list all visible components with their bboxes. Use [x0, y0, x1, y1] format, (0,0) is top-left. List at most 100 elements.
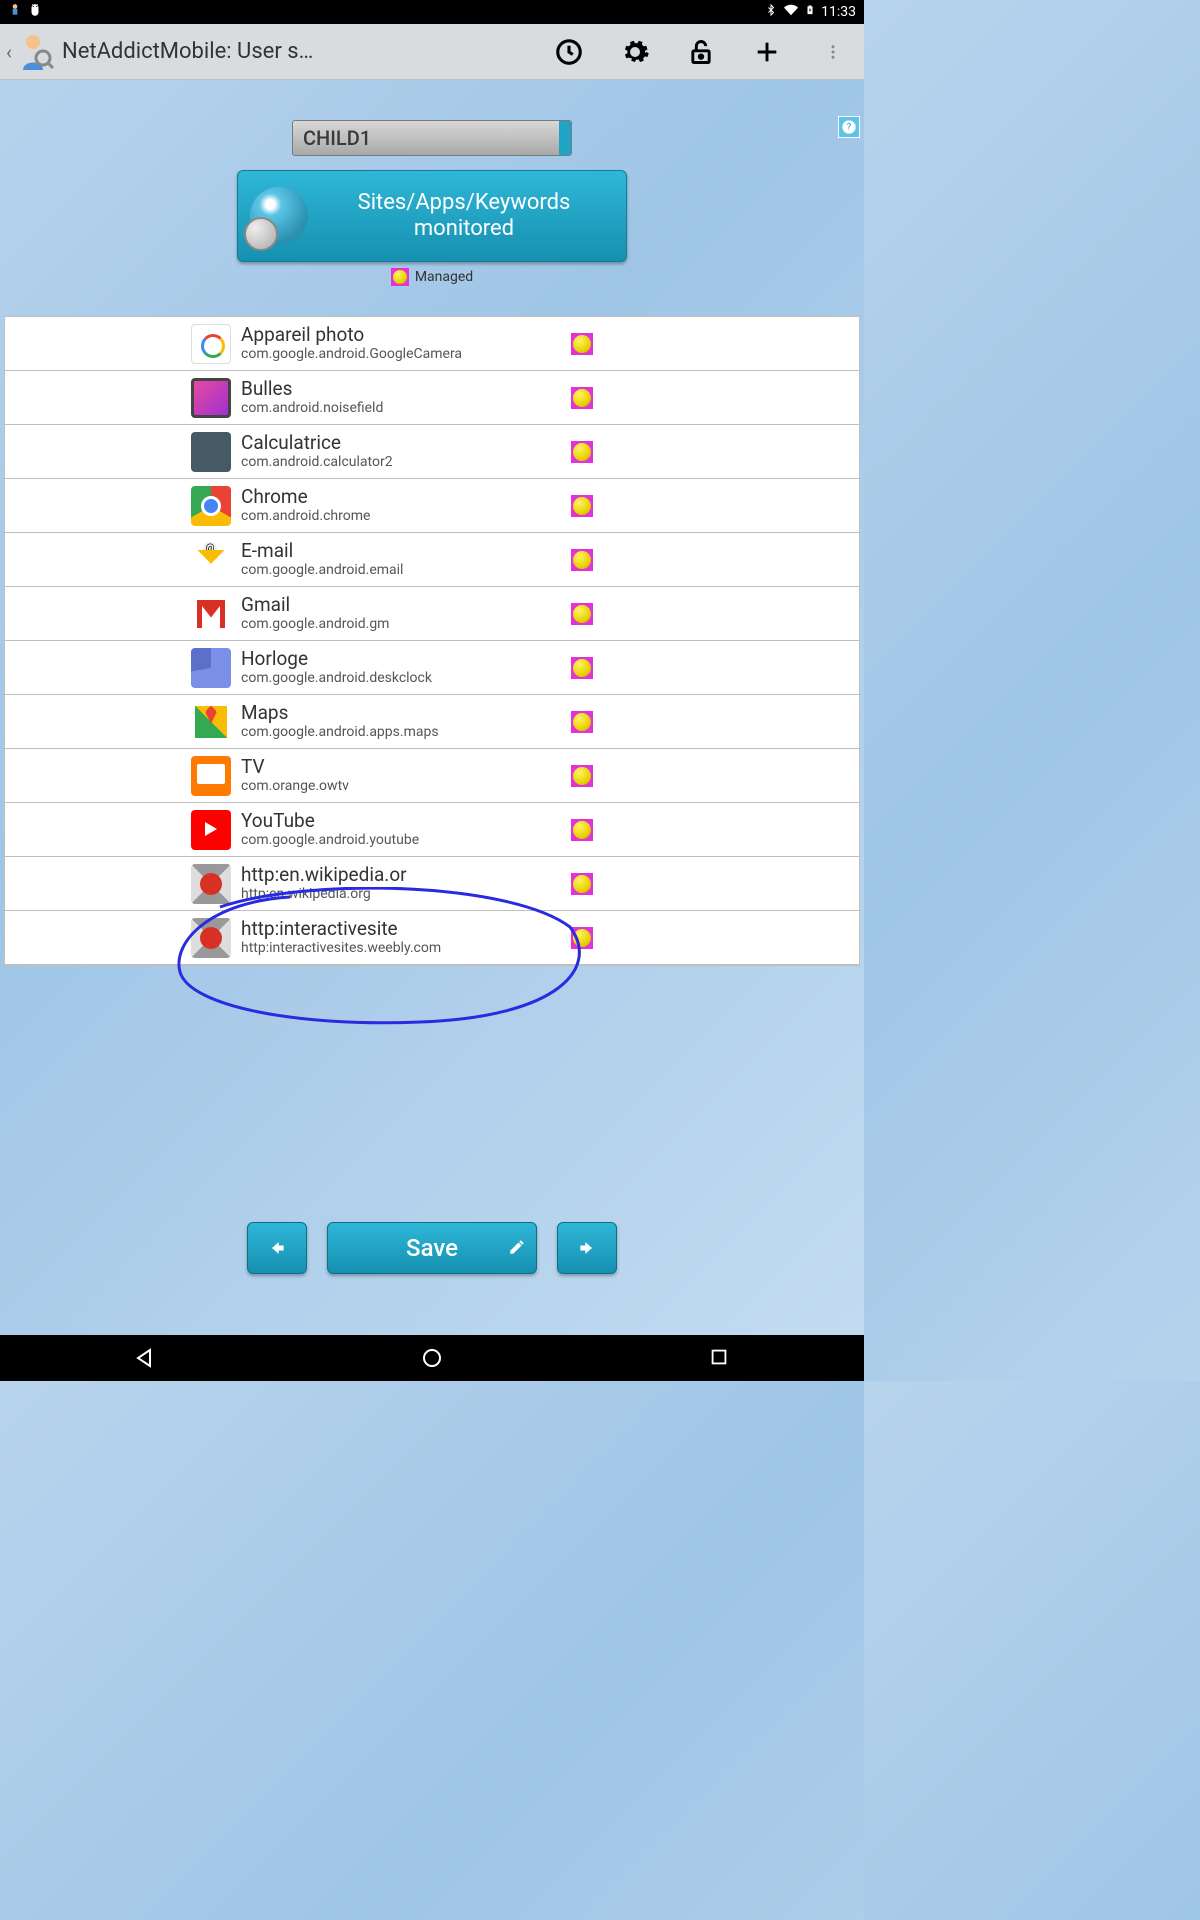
list-item[interactable]: Horlogecom.google.android.deskclock — [5, 641, 859, 695]
app-status — [571, 873, 593, 895]
app-name: Calculatrice — [241, 433, 393, 454]
list-item[interactable]: Appareil photocom.google.android.GoogleC… — [5, 317, 859, 371]
next-button[interactable] — [557, 1222, 617, 1274]
app-icon — [191, 864, 231, 904]
app-status — [571, 657, 593, 679]
app-action-bar: ‹ NetAddictMobile: User s… — [0, 24, 864, 80]
legend: Managed — [391, 268, 473, 286]
app-status — [571, 819, 593, 841]
notification-icon — [8, 3, 22, 21]
app-package: http:en.wikipedia.org — [241, 886, 407, 903]
pencil-icon — [508, 1234, 526, 1262]
monitored-sites-button[interactable]: Sites/Apps/Keywords monitored — [237, 170, 627, 262]
list-item[interactable]: Calculatricecom.android.calculator2 — [5, 425, 859, 479]
app-package: http:interactivesites.weebly.com — [241, 940, 441, 957]
app-icon — [191, 648, 231, 688]
app-icon — [191, 324, 231, 364]
app-package: com.android.calculator2 — [241, 454, 393, 471]
managed-status-icon — [391, 268, 409, 286]
app-icon — [191, 810, 231, 850]
managed-status-icon — [571, 819, 593, 841]
app-status — [571, 549, 593, 571]
app-name: Appareil photo — [241, 325, 462, 346]
app-package: com.android.chrome — [241, 508, 370, 525]
app-title: NetAddictMobile: User s… — [62, 39, 313, 64]
managed-status-icon — [571, 711, 593, 733]
app-package: com.orange.owtv — [241, 778, 349, 795]
android-nav-bar — [0, 1335, 864, 1381]
globe-search-icon — [250, 187, 308, 245]
list-item[interactable]: TVcom.orange.owtv — [5, 749, 859, 803]
managed-status-icon — [571, 765, 593, 787]
nav-back-icon[interactable] — [132, 1346, 156, 1370]
info-badge-icon[interactable]: ? — [838, 116, 860, 138]
save-button[interactable]: Save — [327, 1222, 537, 1274]
user-selector-dropdown[interactable]: CHILD1 — [292, 120, 572, 156]
app-icon — [191, 756, 231, 796]
list-item[interactable]: http:en.wikipedia.orhttp:en.wikipedia.or… — [5, 857, 859, 911]
app-name: Horloge — [241, 649, 432, 670]
app-status — [571, 387, 593, 409]
unlock-icon[interactable] — [686, 37, 716, 67]
nav-recent-icon[interactable] — [708, 1346, 732, 1370]
app-status — [571, 441, 593, 463]
managed-status-icon — [571, 873, 593, 895]
prev-button[interactable] — [247, 1222, 307, 1274]
app-name: TV — [241, 757, 349, 778]
app-name: Bulles — [241, 379, 383, 400]
user-selector-value: CHILD1 — [303, 126, 371, 150]
app-icon — [191, 432, 231, 472]
content-area: ? CHILD1 Sites/Apps/Keywords monitored M… — [0, 80, 864, 1335]
app-name: Chrome — [241, 487, 370, 508]
app-package: com.android.noisefield — [241, 400, 383, 417]
managed-status-icon — [571, 657, 593, 679]
list-item[interactable]: YouTubecom.google.android.youtube — [5, 803, 859, 857]
app-status — [571, 333, 593, 355]
monitored-sites-label: Sites/Apps/Keywords monitored — [314, 190, 614, 243]
clock-icon[interactable] — [554, 37, 584, 67]
app-package: com.google.android.deskclock — [241, 670, 432, 687]
app-status — [571, 765, 593, 787]
overflow-menu-icon[interactable] — [818, 37, 848, 67]
bluetooth-icon — [765, 3, 777, 21]
app-name: E-mail — [241, 541, 403, 562]
app-icon — [191, 702, 231, 742]
wifi-icon — [783, 3, 799, 21]
app-name: Maps — [241, 703, 439, 724]
app-logo-icon[interactable] — [14, 31, 56, 73]
back-icon[interactable]: ‹ — [4, 40, 14, 64]
save-button-label: Save — [406, 1234, 458, 1262]
app-icon — [191, 540, 231, 580]
app-list[interactable]: Appareil photocom.google.android.GoogleC… — [4, 316, 860, 966]
nav-home-icon[interactable] — [420, 1346, 444, 1370]
app-icon — [191, 594, 231, 634]
app-icon — [191, 378, 231, 418]
app-status — [571, 927, 593, 949]
managed-status-icon — [571, 927, 593, 949]
app-status — [571, 495, 593, 517]
android-debug-icon — [28, 3, 42, 21]
app-status — [571, 603, 593, 625]
app-package: com.google.android.gm — [241, 616, 389, 633]
bottom-button-bar: Save — [0, 1215, 864, 1281]
list-item[interactable]: Mapscom.google.android.apps.maps — [5, 695, 859, 749]
list-item[interactable]: E-mailcom.google.android.email — [5, 533, 859, 587]
status-time: 11:33 — [821, 4, 856, 20]
app-package: com.google.android.email — [241, 562, 403, 579]
svg-text:?: ? — [847, 122, 852, 133]
app-name: http:en.wikipedia.or — [241, 865, 407, 886]
battery-charging-icon — [805, 3, 815, 21]
managed-status-icon — [571, 495, 593, 517]
gear-icon[interactable] — [620, 37, 650, 67]
app-name: YouTube — [241, 811, 419, 832]
managed-status-icon — [571, 441, 593, 463]
list-item[interactable]: http:interactivesitehttp:interactivesite… — [5, 911, 859, 965]
list-item[interactable]: Chromecom.android.chrome — [5, 479, 859, 533]
app-package: com.google.android.apps.maps — [241, 724, 439, 741]
list-item[interactable]: Gmailcom.google.android.gm — [5, 587, 859, 641]
android-status-bar: 11:33 — [0, 0, 864, 24]
add-icon[interactable] — [752, 37, 782, 67]
app-icon — [191, 918, 231, 958]
app-name: http:interactivesite — [241, 919, 441, 940]
list-item[interactable]: Bullescom.android.noisefield — [5, 371, 859, 425]
